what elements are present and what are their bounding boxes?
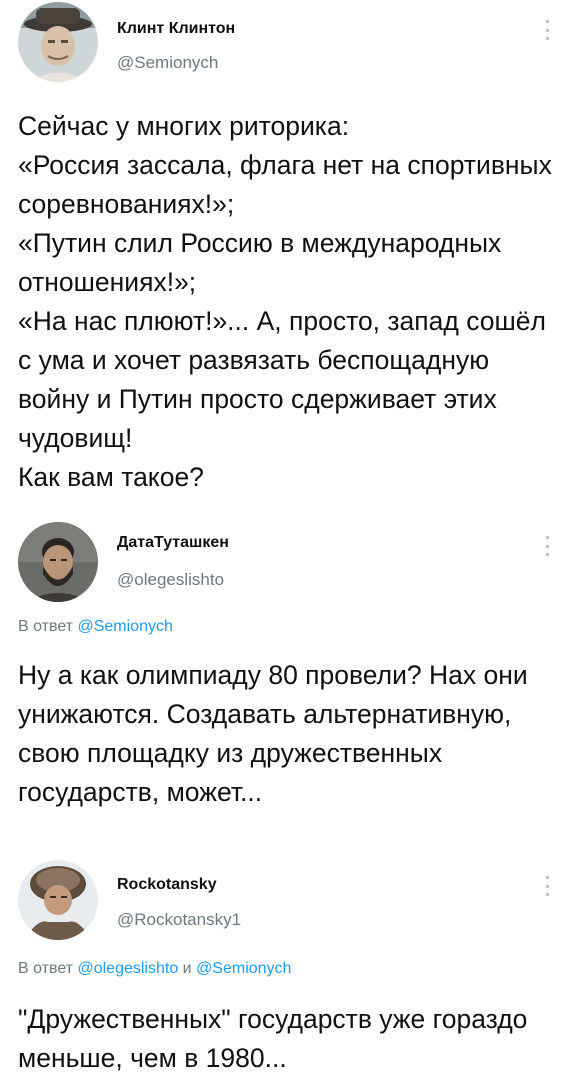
reply-context: В ответ @olegeslishto и @Semionych (18, 960, 291, 978)
tweet-text: Ну а как олимпиаду 80 провели? Нах они у… (18, 660, 528, 807)
tweet-text: Сейчас у многих риторика: «Россия зассал… (18, 111, 552, 492)
tweet-2[interactable]: ДатаТуташкен @olegeslishto В ответ @Semi… (0, 516, 572, 856)
reply-prefix: В ответ (18, 618, 74, 635)
tweet-3[interactable]: Rockotansky @Rockotansky1 В ответ @olege… (0, 856, 572, 1080)
reply-prefix: В ответ (18, 960, 74, 977)
reply-context: В ответ @Semionych (18, 618, 173, 636)
avatar[interactable] (18, 860, 98, 940)
reply-mention[interactable]: @Semionych (196, 960, 291, 977)
reply-joiner: и (182, 960, 192, 977)
tweet-text: "Дружественных" государств уже гораздо м… (18, 1004, 528, 1073)
more-options-icon[interactable] (540, 536, 554, 556)
more-options-icon[interactable] (540, 20, 554, 40)
more-options-icon[interactable] (540, 876, 554, 896)
display-name[interactable]: ДатаТуташкен (117, 534, 229, 552)
avatar[interactable] (18, 522, 98, 602)
handle[interactable]: @olegeslishto (117, 570, 224, 590)
avatar[interactable] (18, 2, 98, 82)
display-name[interactable]: Rockotansky (117, 876, 217, 894)
tweet-1[interactable]: Клинт Клинтон @Semionych Сейчас у многих… (0, 0, 572, 520)
reply-mention[interactable]: @Semionych (77, 618, 172, 635)
handle[interactable]: @Semionych (117, 53, 218, 73)
handle[interactable]: @Rockotansky1 (117, 910, 241, 930)
reply-mention[interactable]: @olegeslishto (77, 960, 178, 977)
display-name[interactable]: Клинт Клинтон (117, 20, 235, 38)
